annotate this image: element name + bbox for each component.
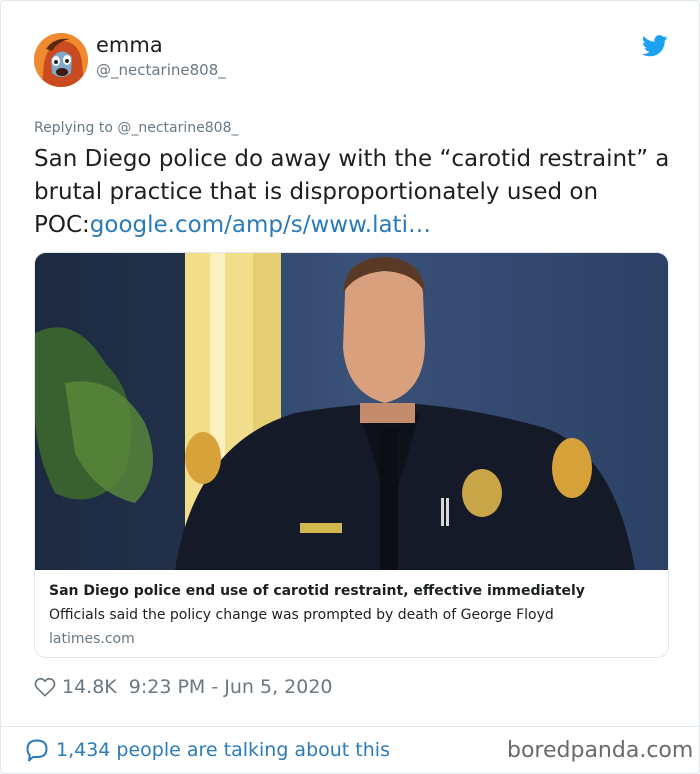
talking-count[interactable]: 1,434 people are talking about this <box>56 739 390 761</box>
avatar[interactable] <box>34 33 88 87</box>
tweet-card: emma @_nectarine808_ Replying to @_necta… <box>0 0 700 774</box>
author-handle[interactable]: @_nectarine808_ <box>96 61 226 79</box>
link-card-body: San Diego police end use of carotid rest… <box>35 570 668 657</box>
link-card-title: San Diego police end use of carotid rest… <box>49 583 585 599</box>
avatar-image <box>34 33 88 87</box>
watermark: boredpanda.com <box>507 738 694 763</box>
tweet-meta: 14.8K 9:23 PM - Jun 5, 2020 <box>34 674 333 700</box>
conversation-link[interactable]: 1,434 people are talking about this <box>25 736 390 764</box>
heart-icon[interactable] <box>34 676 56 698</box>
twitter-bird-icon[interactable] <box>642 35 668 57</box>
like-count[interactable]: 14.8K <box>62 676 117 698</box>
tweet-link[interactable]: google.com/amp/s/www.lati… <box>90 212 431 238</box>
author-name[interactable]: emma <box>96 33 163 57</box>
timestamp[interactable]: 9:23 PM - Jun 5, 2020 <box>129 676 333 698</box>
link-preview-card[interactable]: San Diego police end use of carotid rest… <box>34 252 669 658</box>
link-card-description: Officials said the policy change was pro… <box>49 607 554 623</box>
replying-to: Replying to @_nectarine808_ <box>34 120 239 136</box>
divider <box>1 726 699 727</box>
tweet-text: San Diego police do away with the “carot… <box>34 143 684 242</box>
speech-bubble-icon <box>26 739 48 762</box>
article-photo <box>35 253 668 570</box>
link-card-domain: latimes.com <box>49 631 135 647</box>
